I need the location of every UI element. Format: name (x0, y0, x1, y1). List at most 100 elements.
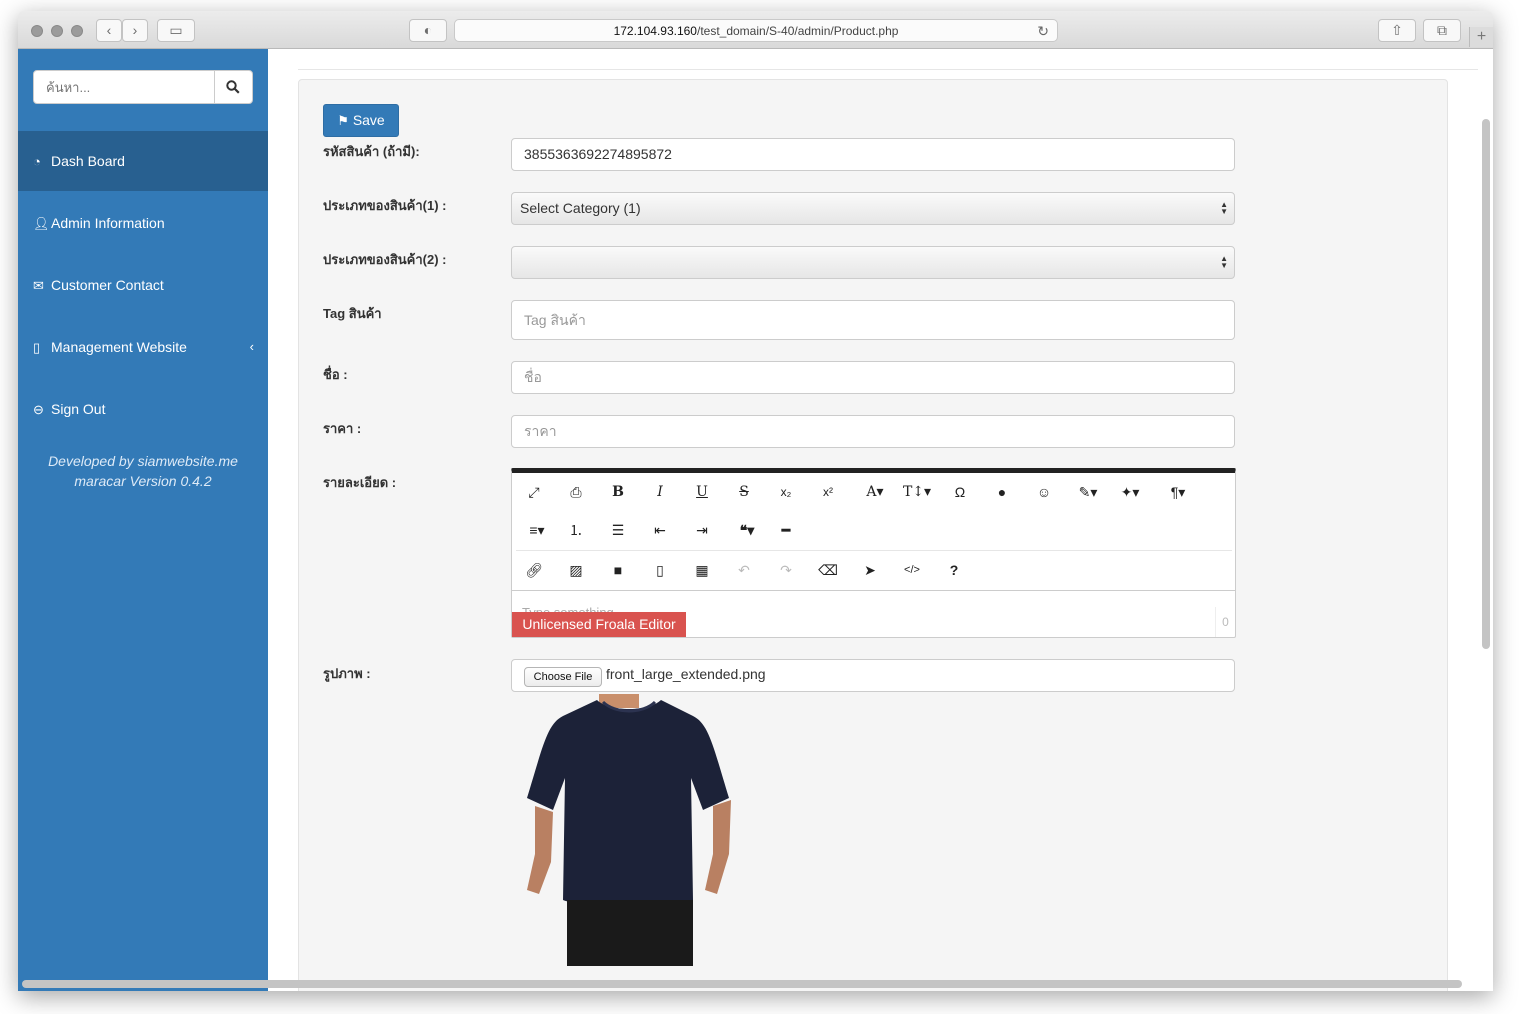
sidebar-item-dashboard[interactable]: ◔ Dash Board (18, 131, 268, 191)
select-all-icon[interactable]: ➤ (856, 556, 884, 584)
plus-icon: + (1476, 28, 1487, 45)
unlicensed-notice[interactable]: Unlicensed Froala Editor (512, 612, 686, 637)
privacy-report-button[interactable]: ◐ (409, 19, 447, 42)
zoom-window-button[interactable] (71, 25, 83, 37)
character-counter: 0 (1215, 607, 1235, 637)
back-button[interactable]: ‹ (96, 19, 122, 42)
emoticons-icon[interactable]: ☺ (1030, 478, 1058, 506)
save-button[interactable]: ⚑ Save (323, 104, 399, 137)
category2-select[interactable]: ▲ ▼ (511, 246, 1235, 279)
chevron-left-icon: ‹ (106, 22, 112, 38)
search-button[interactable] (214, 71, 252, 103)
main-content: ⚑ Save รหัสสินค้า (ถ้ามี): 3855363692274… (268, 49, 1493, 991)
clear-formatting-icon[interactable]: ⌫ (814, 556, 842, 584)
quote-icon[interactable]: ❝▾ (730, 516, 764, 544)
unordered-list-icon[interactable]: ☰ (604, 516, 632, 544)
chevron-right-icon: › (132, 22, 138, 38)
outdent-icon[interactable]: ⇤ (646, 516, 674, 544)
toolbar-divider (516, 550, 1232, 551)
ordered-list-icon[interactable]: ⒈ (562, 516, 590, 544)
share-button[interactable]: ⇧ (1378, 19, 1416, 42)
minus-circle-icon: ⊖ (33, 402, 44, 417)
vertical-scrollbar[interactable] (1482, 119, 1490, 649)
sidebar-toggle-button[interactable]: ▭ (157, 19, 195, 42)
tag-label: Tag สินค้า (323, 306, 382, 321)
user-icon: 👤︎ (33, 216, 50, 231)
bold-icon[interactable]: B (604, 478, 632, 506)
save-label: Save (352, 112, 385, 128)
name-label: ชื่อ : (323, 367, 348, 382)
code-view-icon[interactable]: </> (898, 556, 926, 584)
horizontal-scrollbar[interactable] (22, 980, 1462, 988)
category1-label: ประเภทของสินค้า(1) : (323, 198, 447, 213)
sidebar-item-admin-information[interactable]: 👤︎Admin Information (18, 193, 268, 253)
minimize-window-button[interactable] (51, 25, 63, 37)
font-size-icon[interactable]: T↕▾ (900, 478, 934, 506)
sidebar-item-sign-out[interactable]: ⊖ Sign Out (18, 379, 268, 439)
product-image-preview (527, 694, 731, 966)
close-window-button[interactable] (31, 25, 43, 37)
color-icon[interactable]: ● (988, 478, 1016, 506)
detail-label: รายละเอียด : (323, 475, 397, 490)
fullscreen-icon[interactable]: ⤢ (520, 478, 548, 506)
video-icon[interactable]: ■ (604, 556, 632, 584)
strikethrough-icon[interactable]: S (730, 478, 758, 506)
sidebar-item-management-website[interactable]: ▯ Management Website ‹ (18, 317, 268, 377)
choose-file-button[interactable]: Choose File (524, 667, 602, 687)
font-family-icon[interactable]: A▾ (858, 478, 892, 506)
print-icon[interactable]: ⎙ (562, 478, 590, 506)
file-icon[interactable]: ▯ (646, 556, 674, 584)
sidebar-item-label: Dash Board (51, 153, 125, 169)
price-label: ราคา : (323, 421, 362, 436)
special-characters-icon[interactable]: Ω (946, 478, 974, 506)
paragraph-format-icon[interactable]: ¶▾ (1162, 478, 1194, 506)
dashboard-icon: ◔ (33, 154, 41, 169)
sidebar-item-label: Customer Contact (51, 277, 164, 293)
sidebar: ◔ Dash Board 👤︎Admin Information ✉ Custome… (18, 49, 268, 991)
superscript-icon[interactable]: x² (814, 478, 842, 506)
sidebar-item-customer-contact[interactable]: ✉ Customer Contact (18, 255, 268, 315)
underline-icon[interactable]: U (688, 478, 716, 506)
link-icon[interactable]: 🔗︎ (520, 556, 548, 584)
save-icon: ⚑ (337, 113, 349, 128)
url-host: 172.104.93.160 (613, 24, 697, 38)
browser-titlebar: ‹ › ▭ ◐ 172.104.93.160/test_domain/S-40/… (18, 11, 1493, 49)
sidebar-search (33, 70, 253, 104)
category1-select[interactable]: Select Category (1) ▲ ▼ (511, 192, 1235, 225)
image-icon[interactable]: ▨ (562, 556, 590, 584)
shield-icon: ◐ (423, 22, 433, 38)
table-icon[interactable]: ▦ (688, 556, 716, 584)
new-tab-button[interactable]: + (1469, 27, 1493, 47)
undo-icon[interactable]: ↶ (730, 556, 758, 584)
file-input: Choose File front_large_extended.png (511, 659, 1235, 692)
search-input[interactable] (34, 71, 215, 103)
redo-icon[interactable]: ↷ (772, 556, 800, 584)
subscript-icon[interactable]: x₂ (772, 478, 800, 506)
magic-icon[interactable]: ✦▾ (1114, 478, 1146, 506)
forward-button[interactable]: › (122, 19, 148, 42)
rich-text-editor: ⤢ ⎙ B I U S x₂ x² A▾ T↕▾ Ω ● ☺ ✎▾ ✦▾ ¶▾ … (511, 468, 1236, 638)
address-bar[interactable]: 172.104.93.160/test_domain/S-40/admin/Pr… (454, 19, 1058, 42)
sidebar-icon: ▭ (169, 22, 183, 38)
search-icon (226, 80, 240, 94)
url-path: /test_domain/S-40/admin/Product.php (696, 24, 899, 38)
paint-brush-icon[interactable]: ✎▾ (1072, 478, 1104, 506)
name-input[interactable]: ชื่อ (511, 361, 1235, 394)
credit-text: Developed by siamwebsite.me maracar Vers… (18, 451, 268, 491)
divider (298, 69, 1478, 70)
tabs-overview-button[interactable]: ⧉ (1423, 19, 1461, 42)
italic-icon[interactable]: I (646, 478, 674, 506)
sidebar-item-label: Management Website (51, 339, 187, 355)
tag-input[interactable]: Tag สินค้า (511, 300, 1235, 340)
horizontal-line-icon[interactable]: ━ (772, 516, 800, 544)
select-arrows-icon: ▲ ▼ (1220, 254, 1228, 270)
product-code-input[interactable]: 3855363692274895872 (511, 138, 1235, 171)
help-icon[interactable]: ? (940, 556, 968, 584)
building-icon: ▯ (33, 340, 41, 355)
product-form-panel: ⚑ Save รหัสสินค้า (ถ้ามี): 3855363692274… (298, 79, 1448, 991)
price-input[interactable]: ราคา (511, 415, 1235, 448)
file-name: front_large_extended.png (606, 666, 766, 682)
indent-icon[interactable]: ⇥ (688, 516, 716, 544)
align-icon[interactable]: ≡▾ (520, 516, 554, 544)
reload-icon[interactable]: ↻ (1037, 20, 1049, 42)
